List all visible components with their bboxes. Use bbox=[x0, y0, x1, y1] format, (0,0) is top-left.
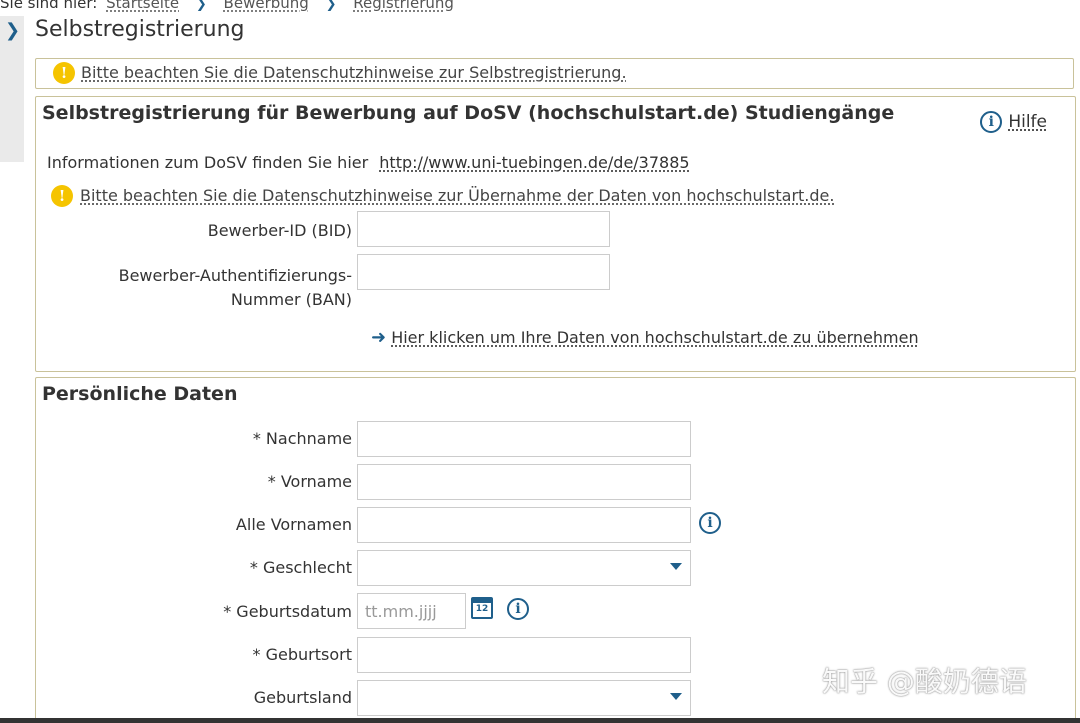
arrow-right-icon: ➜ bbox=[371, 327, 387, 348]
bottom-edge bbox=[0, 718, 1080, 723]
warning-icon: ! bbox=[53, 62, 75, 84]
geburtsdatum-input[interactable]: tt.mm.jjjj bbox=[357, 593, 466, 629]
help-label[interactable]: Hilfe bbox=[1008, 112, 1047, 132]
geburtsdatum-label: * Geburtsdatum bbox=[223, 602, 352, 621]
personal-heading: Persönliche Daten bbox=[42, 383, 238, 405]
calendar-icon[interactable]: 12 bbox=[471, 597, 493, 619]
help-link[interactable]: i Hilfe bbox=[980, 111, 1047, 133]
geschlecht-label: * Geschlecht bbox=[249, 558, 352, 577]
watermark: 知乎 @酸奶德语 bbox=[822, 665, 1027, 698]
sidebar-toggle[interactable]: ❯ bbox=[0, 16, 24, 162]
breadcrumb: Sie sind hier: Startseite ❯ Bewerbung ❯ … bbox=[0, 0, 454, 14]
alle-vornamen-input[interactable] bbox=[357, 507, 691, 543]
ban-label-line-1: Bewerber-Authentifizierungs- bbox=[118, 266, 352, 285]
privacy-notice: ! Bitte beachten Sie die Datenschutzhinw… bbox=[35, 58, 1074, 89]
ban-input[interactable] bbox=[357, 254, 610, 290]
breadcrumb-startseite[interactable]: Startseite bbox=[106, 0, 179, 12]
dosv-privacy-link[interactable]: Bitte beachten Sie die Datenschutzhinwei… bbox=[80, 186, 834, 205]
geburtsort-label: * Geburtsort bbox=[252, 645, 352, 664]
chevron-right-icon: ❯ bbox=[5, 20, 21, 41]
geschlecht-select[interactable] bbox=[357, 550, 691, 586]
ban-label-line-2: Nummer (BAN) bbox=[230, 290, 352, 309]
dosv-info-link[interactable]: http://www.uni-tuebingen.de/de/37885 bbox=[379, 153, 689, 172]
import-data-label[interactable]: Hier klicken um Ihre Daten von hochschul… bbox=[391, 328, 918, 347]
breadcrumb-bewerbung[interactable]: Bewerbung bbox=[224, 0, 309, 12]
breadcrumb-registrierung[interactable]: Registrierung bbox=[353, 0, 454, 12]
geburtsland-select[interactable] bbox=[357, 680, 691, 716]
import-data-link[interactable]: ➜ Hier klicken um Ihre Daten von hochsch… bbox=[371, 327, 919, 348]
bid-input[interactable] bbox=[357, 211, 610, 247]
chevron-down-icon bbox=[670, 563, 682, 570]
chevron-right-icon: ❯ bbox=[195, 0, 207, 12]
nachname-input[interactable] bbox=[357, 421, 691, 457]
chevron-right-icon: ❯ bbox=[325, 0, 337, 12]
info-icon[interactable]: i bbox=[699, 512, 721, 534]
ban-label: Bewerber-Authentifizierungs- Nummer (BAN… bbox=[119, 264, 352, 312]
privacy-notice-link[interactable]: Bitte beachten Sie die Datenschutzhinwei… bbox=[81, 63, 627, 82]
bid-label: Bewerber-ID (BID) bbox=[207, 221, 352, 240]
geburtsort-input[interactable] bbox=[357, 637, 691, 673]
dosv-section: Selbstregistrierung für Bewerbung auf Do… bbox=[35, 96, 1076, 372]
breadcrumb-prefix: Sie sind hier: bbox=[0, 0, 98, 12]
alle-vornamen-label: Alle Vornamen bbox=[235, 515, 352, 534]
vorname-label: * Vorname bbox=[267, 472, 352, 491]
info-icon: i bbox=[980, 111, 1003, 133]
dosv-heading: Selbstregistrierung für Bewerbung auf Do… bbox=[42, 102, 895, 124]
chevron-down-icon bbox=[670, 693, 682, 700]
dosv-info-row: Informationen zum DoSV finden Sie hier h… bbox=[47, 153, 690, 172]
geburtsland-label: Geburtsland bbox=[253, 688, 352, 707]
dosv-info-text: Informationen zum DoSV finden Sie hier bbox=[47, 153, 369, 172]
page-title: Selbstregistrierung bbox=[35, 17, 245, 42]
nachname-label: * Nachname bbox=[252, 429, 352, 448]
warning-icon: ! bbox=[51, 185, 73, 207]
vorname-input[interactable] bbox=[357, 464, 691, 500]
info-icon[interactable]: i bbox=[507, 598, 529, 620]
geburtsdatum-placeholder: tt.mm.jjjj bbox=[365, 602, 437, 621]
